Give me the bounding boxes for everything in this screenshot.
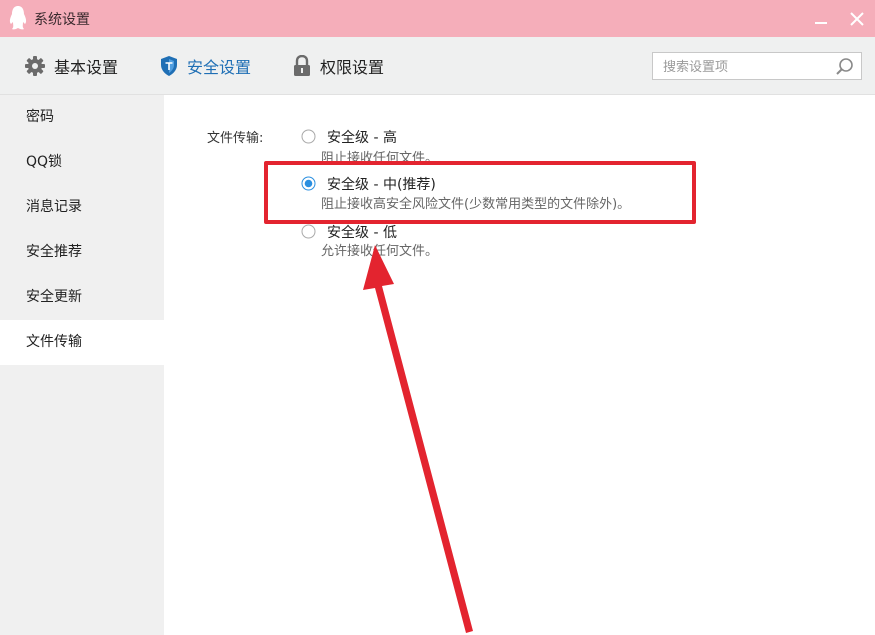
title-bar: 系统设置	[0, 0, 875, 37]
window-title: 系统设置	[34, 12, 90, 28]
sidebar-item-message-history[interactable]: 消息记录	[0, 185, 164, 230]
sidebar: 密码 QQ锁 消息记录 安全推荐 安全更新 文件传输	[0, 95, 164, 635]
gear-icon	[25, 55, 45, 76]
sidebar-item-file-transfer[interactable]: 文件传输	[0, 320, 164, 365]
minimize-button[interactable]	[810, 8, 832, 30]
tab-label: 基本设置	[54, 57, 119, 77]
qq-penguin-icon	[9, 6, 27, 30]
sidebar-item-security-update[interactable]: 安全更新	[0, 275, 164, 320]
sidebar-item-security-recommend[interactable]: 安全推荐	[0, 230, 164, 275]
tab-permission-settings[interactable]: 权限设置	[292, 37, 384, 94]
option-high-title: 安全级 - 高	[327, 130, 397, 146]
sidebar-item-qq-lock[interactable]: QQ锁	[0, 140, 164, 185]
radio-security-high[interactable]	[301, 129, 316, 144]
search-box	[652, 52, 862, 80]
radio-security-low[interactable]	[301, 224, 316, 239]
close-button[interactable]	[846, 8, 868, 30]
shield-icon	[161, 55, 177, 76]
annotation-highlight-box	[264, 161, 696, 224]
search-input[interactable]	[661, 56, 835, 78]
option-low-desc: 允许接收任何文件。	[321, 244, 439, 259]
toolbar: 基本设置 安全设置 权限设置	[0, 37, 875, 95]
file-transfer-label: 文件传输:	[207, 131, 264, 146]
sidebar-item-password[interactable]: 密码	[0, 95, 164, 140]
tab-security-settings[interactable]: 安全设置	[159, 37, 251, 94]
tab-label: 安全设置	[187, 57, 252, 77]
tab-basic-settings[interactable]: 基本设置	[24, 37, 118, 94]
search-icon[interactable]	[835, 57, 855, 77]
tab-label: 权限设置	[320, 57, 385, 77]
option-low-title: 安全级 - 低	[327, 225, 397, 241]
lock-icon	[294, 54, 310, 76]
